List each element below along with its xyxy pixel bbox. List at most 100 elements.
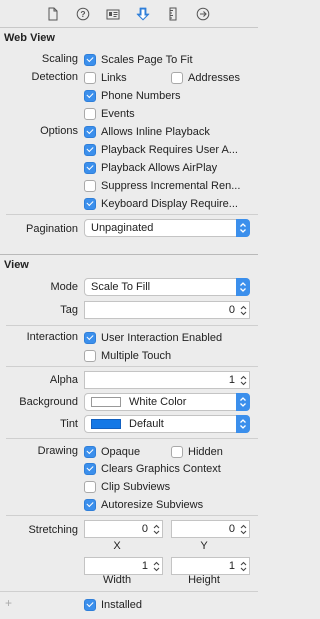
checkbox-label: Clip Subviews [101,481,171,493]
stretching-label: Stretching [28,524,78,536]
stretch-width-field[interactable]: 1 [84,557,163,575]
checkbox-label: Events [101,108,135,120]
alpha-value: 1 [228,374,235,386]
mode-popup[interactable]: Scale To Fill [84,278,250,296]
size-ruler-icon[interactable] [166,7,180,21]
opaque-checkbox[interactable]: Opaque [84,445,140,459]
tag-field[interactable]: 0 [84,301,250,319]
stepper-icon[interactable] [238,303,249,318]
checkbox-box [171,72,183,84]
checkbox-box [84,198,96,210]
tint-color-swatch [91,419,121,429]
help-icon[interactable]: ? [76,7,90,21]
checkbox-label: Links [101,72,127,84]
checkbox-label: Keyboard Display Require... [101,198,238,210]
checkbox-box [84,180,96,192]
mode-value: Scale To Fill [91,281,151,293]
attributes-icon[interactable] [136,7,150,21]
clears-graphics-context-checkbox[interactable]: Clears Graphics Context [84,462,221,476]
options-label: Options [40,125,78,137]
checkbox-label: Installed [101,599,142,611]
alpha-field[interactable]: 1 [84,371,250,389]
stepper-icon[interactable] [238,559,249,574]
checkbox-label: Suppress Incremental Ren... [101,180,241,192]
background-color-popup[interactable]: White Color [84,393,250,411]
checkbox-label: Hidden [188,446,223,458]
stretch-y-label: Y [200,540,208,552]
scales-page-to-fit-checkbox[interactable]: Scales Page To Fit [84,53,193,67]
divider [6,438,258,439]
links-checkbox[interactable]: Links [84,71,127,85]
checkbox-label: Clears Graphics Context [101,463,221,475]
suppress-incremental-rendering-checkbox[interactable]: Suppress Incremental Ren... [84,179,256,193]
interaction-label: Interaction [26,331,78,343]
file-icon[interactable] [46,7,60,21]
allows-inline-playback-checkbox[interactable]: Allows Inline Playback [84,125,256,139]
checkbox-label: Allows Inline Playback [101,126,210,138]
installed-checkbox[interactable]: Installed [84,598,142,612]
checkbox-label: Multiple Touch [101,350,172,362]
playback-requires-user-action-checkbox[interactable]: Playback Requires User A... [84,143,256,157]
checkbox-box [84,446,96,458]
chevron-up-down-icon [236,278,250,296]
phone-numbers-checkbox[interactable]: Phone Numbers [84,89,181,103]
stretch-x-value: 0 [141,523,148,535]
scaling-label: Scaling [41,53,78,65]
checkbox-box [84,599,96,611]
autoresize-subviews-checkbox[interactable]: Autoresize Subviews [84,498,203,512]
pagination-popup[interactable]: Unpaginated [84,219,250,237]
drawing-label: Drawing [37,445,78,457]
playback-allows-airplay-checkbox[interactable]: Playback Allows AirPlay [84,161,256,175]
tint-label: Tint [60,418,78,430]
section-divider [0,254,258,255]
stepper-icon[interactable] [238,522,249,537]
checkbox-label: Addresses [188,72,240,84]
checkbox-box [84,144,96,156]
hidden-checkbox[interactable]: Hidden [171,445,223,459]
divider [0,591,258,592]
checkbox-box [84,126,96,138]
add-configuration-plus-icon[interactable]: + [5,596,12,610]
pagination-value: Unpaginated [91,222,154,234]
checkbox-box [84,481,96,493]
checkbox-box [84,108,96,120]
addresses-checkbox[interactable]: Addresses [171,71,240,85]
stretch-x-field[interactable]: 0 [84,520,163,538]
stepper-icon[interactable] [151,522,162,537]
chevron-up-down-icon [236,393,250,411]
stepper-icon[interactable] [151,559,162,574]
checkbox-label: Playback Requires User A... [101,144,238,156]
background-value: White Color [129,396,187,408]
background-label: Background [19,396,78,408]
tint-color-popup[interactable]: Default [84,415,250,433]
stretch-height-field[interactable]: 1 [171,557,250,575]
svg-text:?: ? [80,9,85,19]
checkbox-label: User Interaction Enabled [101,332,223,344]
keyboard-display-requires-checkbox[interactable]: Keyboard Display Require... [84,197,256,211]
multiple-touch-checkbox[interactable]: Multiple Touch [84,349,171,363]
checkbox-label: Playback Allows AirPlay [101,162,218,174]
divider [6,515,258,516]
clip-subviews-checkbox[interactable]: Clip Subviews [84,480,170,494]
checkbox-box [84,463,96,475]
checkbox-box [84,72,96,84]
connections-icon[interactable] [196,7,210,21]
detection-label: Detection [31,71,78,83]
tag-label: Tag [60,304,78,316]
pagination-label: Pagination [26,223,78,235]
user-interaction-enabled-checkbox[interactable]: User Interaction Enabled [84,331,222,345]
checkbox-label: Scales Page To Fit [101,54,193,66]
chevron-up-down-icon [236,415,250,433]
tint-value: Default [129,418,164,430]
stretch-y-field[interactable]: 0 [171,520,250,538]
checkbox-label: Opaque [101,446,141,458]
inspector-tab-bar: ? [0,0,258,28]
stretch-y-value: 0 [228,523,235,535]
checkbox-box [84,90,96,102]
mode-label: Mode [50,281,78,293]
checkbox-label: Phone Numbers [101,90,181,102]
stepper-icon[interactable] [238,373,249,388]
events-checkbox[interactable]: Events [84,107,135,121]
identity-icon[interactable] [106,7,120,21]
checkbox-box [84,499,96,511]
